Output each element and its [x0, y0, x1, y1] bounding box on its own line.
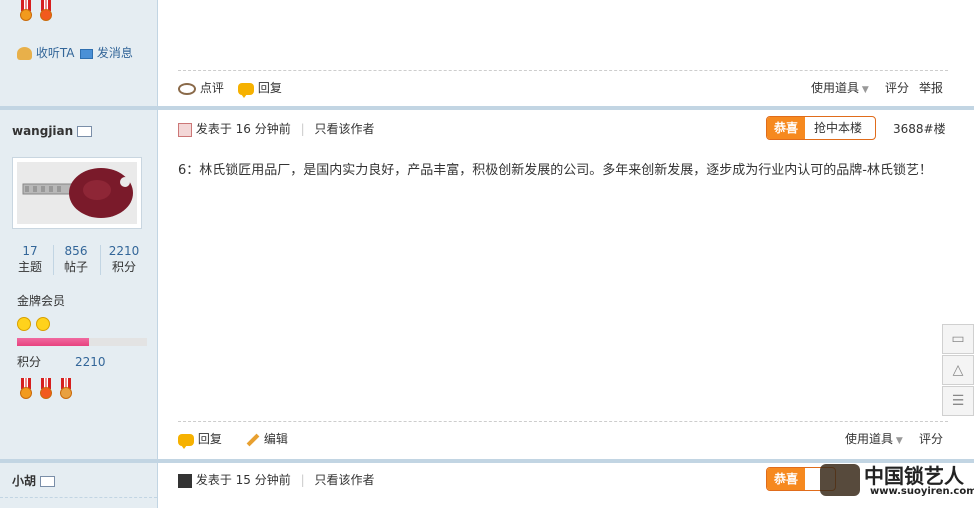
chevron-down-icon: ▼ [859, 85, 869, 95]
follow-link[interactable]: 收听TA [17, 45, 74, 61]
reply-icon [178, 433, 194, 449]
medal-icon [38, 0, 54, 22]
reply-button[interactable]: 回复 [238, 80, 282, 98]
comment-tool[interactable]: ▭ [942, 324, 974, 354]
comment-icon: ▭ [951, 331, 965, 347]
level-progress [17, 338, 147, 346]
vcard-icon[interactable] [40, 476, 56, 487]
follow-icon [17, 47, 32, 60]
user-icon [178, 473, 192, 488]
medal-icon [58, 378, 74, 400]
reply-button[interactable]: 回复 [178, 431, 222, 449]
level-progress-fill [17, 338, 89, 346]
congrats-label: 恭喜 [767, 468, 805, 490]
report-button[interactable]: 举报 [919, 80, 943, 96]
post-separator [0, 106, 974, 110]
score-button[interactable]: 评分 [919, 431, 943, 447]
post-meta: 发表于 16 分钟前 | 只看该作者 [178, 121, 374, 137]
medal-icon [38, 378, 54, 400]
only-author-link[interactable]: 只看该作者 [314, 122, 374, 136]
score-button[interactable]: 评分 [885, 80, 909, 96]
author-name[interactable]: wangjian [12, 124, 73, 138]
only-author-link[interactable]: 只看该作者 [314, 473, 374, 487]
author-row: wangjian [12, 123, 93, 139]
message-link[interactable]: 发消息 [80, 45, 133, 61]
vcard-icon[interactable] [77, 126, 93, 137]
medal-icon [18, 0, 34, 22]
post-meta: 发表于 15 分钟前 | 只看该作者 [178, 472, 374, 488]
moon-icon [35, 316, 50, 331]
pipe-divider: | [300, 473, 305, 487]
grab-floor-button[interactable]: 恭喜 抢中本楼 [766, 116, 876, 140]
congrats-label: 恭喜 [767, 117, 805, 139]
user-icon [178, 122, 192, 137]
edit-icon [246, 433, 260, 446]
rank-label: 金牌会员 [17, 294, 66, 308]
floor-number[interactable]: 3688#楼 [893, 121, 946, 137]
chevron-down-icon: ▼ [893, 436, 903, 446]
rank-icons [17, 316, 50, 331]
mail-icon [80, 48, 93, 59]
reply-icon [238, 82, 254, 98]
divider [178, 70, 948, 71]
avatar[interactable] [12, 157, 142, 229]
tools-menu[interactable]: 使用道具 ▼ [811, 80, 869, 98]
divider [100, 245, 101, 275]
grab-floor-label: 抢中本楼 [814, 121, 863, 135]
rate-icon [178, 82, 196, 95]
back-to-top-tool[interactable]: △ [942, 355, 974, 385]
smile-icon [17, 316, 31, 331]
edit-button[interactable]: 编辑 [246, 431, 288, 447]
stat-topics[interactable]: 17 主题 [8, 244, 52, 275]
post-content: 6：林氏锁匠用品厂，是国内实力良好，产品丰富，积极创新发展的公司。多年来创新发展… [178, 163, 932, 178]
stat-posts[interactable]: 856 帖子 [54, 244, 98, 275]
medal-icon [18, 378, 34, 400]
author-row: 小胡 [12, 473, 56, 489]
list-tool[interactable]: ☰ [942, 386, 974, 416]
tools-menu[interactable]: 使用道具 ▼ [845, 431, 903, 449]
watermark-logo: 中国锁艺人 www.suoyiren.com [820, 458, 974, 504]
key-image [17, 162, 137, 224]
posted-time: 发表于 16 分钟前 [195, 122, 291, 136]
divider [178, 421, 948, 422]
rate-button[interactable]: 点评 [178, 80, 224, 96]
lock-logo-icon [820, 464, 860, 496]
pipe-divider: | [300, 122, 305, 136]
points-label: 积分 [17, 355, 42, 369]
divider [0, 497, 157, 498]
author-name[interactable]: 小胡 [12, 474, 36, 488]
list-icon: ☰ [951, 393, 965, 409]
points-value: 2210 [75, 355, 106, 369]
stat-points[interactable]: 2210 积分 [102, 244, 146, 275]
top-icon: △ [952, 362, 964, 378]
posted-time: 发表于 15 分钟前 [195, 473, 291, 487]
